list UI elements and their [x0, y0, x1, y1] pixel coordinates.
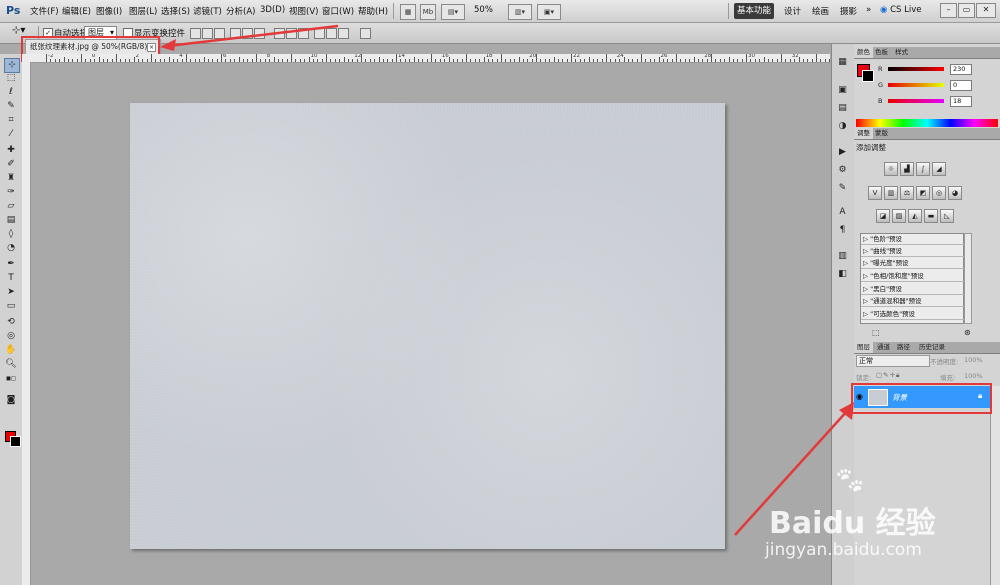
- arrowhead-tab: [160, 39, 176, 51]
- watermark-url: jingyan.baidu.com: [765, 540, 922, 560]
- paw-logo-icon: 🐾︎: [833, 466, 867, 496]
- watermark-brand: Baidu 经验: [769, 506, 936, 541]
- arrow-to-tab: [167, 24, 339, 48]
